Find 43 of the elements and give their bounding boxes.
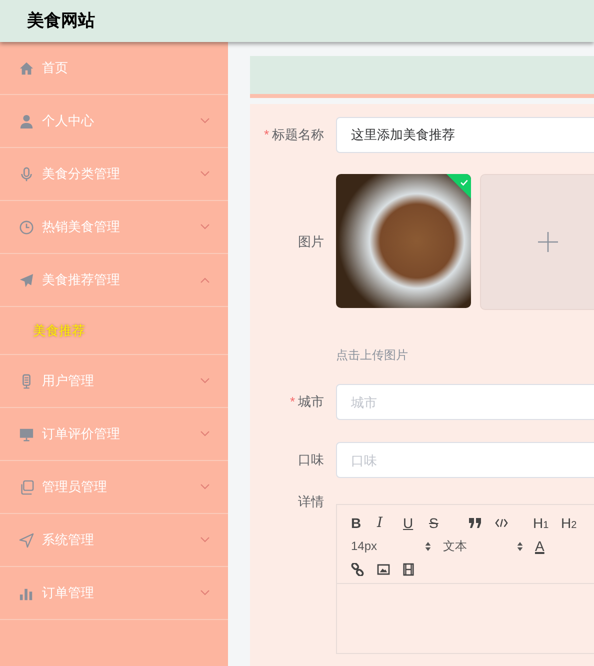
menu-item[interactable]: 美食分类管理 [0, 148, 228, 201]
clock-icon [19, 220, 34, 234]
home-icon [19, 60, 34, 76]
field-label: * 城市 [288, 393, 325, 411]
field-label: 口味 [297, 451, 325, 469]
heading-button[interactable]: H1 [533, 512, 561, 534]
dropdown-arrows-icon [517, 542, 523, 550]
menu-item[interactable]: 系统管理 [0, 514, 228, 567]
upload-hint: 点击上传图片 [336, 347, 409, 364]
heading-button[interactable]: H2 [561, 512, 589, 534]
underline-button[interactable]: U [403, 512, 429, 534]
submenu-item[interactable]: 美食推荐 [0, 307, 228, 355]
menu-item[interactable]: 个人中心 [0, 95, 228, 148]
text-input[interactable]: 口味 [336, 442, 594, 478]
italic-button[interactable]: I [377, 512, 403, 534]
text-input[interactable]: 这里添加美食推荐 [336, 117, 594, 153]
menu-item[interactable]: 首页 [0, 42, 228, 95]
required-mark: * [290, 394, 295, 409]
dropdown[interactable]: 文本 [443, 537, 531, 555]
field-label: * 标题名称 [262, 126, 325, 144]
menu-item[interactable]: 美食推荐管理 [0, 254, 228, 307]
required-mark: * [264, 127, 269, 142]
plus-icon [538, 232, 558, 252]
font-color-button[interactable]: A [535, 536, 561, 556]
user-icon [19, 114, 34, 128]
menu-item[interactable]: 管理员管理 [0, 461, 228, 514]
bold-button[interactable]: B [351, 512, 377, 534]
navigation-arrow-icon [19, 532, 34, 548]
monitor-icon [19, 426, 34, 442]
field-label: 详情 [297, 493, 325, 511]
copy-icon [19, 480, 34, 494]
dropdown-arrows-icon [425, 542, 431, 550]
microphone-icon [19, 166, 34, 182]
strike-button[interactable]: S [429, 512, 455, 534]
paper-plane-icon [19, 272, 34, 288]
menu-item[interactable]: 订单评价管理 [0, 408, 228, 461]
menu-item[interactable]: 用户管理 [0, 355, 228, 408]
dropdown[interactable]: 14px [351, 537, 439, 555]
site-title: 美食网站 [27, 10, 95, 32]
menu-item[interactable]: 订单管理 [0, 567, 228, 620]
text-input[interactable]: 城市 [336, 384, 594, 420]
menu-item[interactable]: 热销美食管理 [0, 201, 228, 254]
field-label: 图片 [297, 233, 325, 251]
